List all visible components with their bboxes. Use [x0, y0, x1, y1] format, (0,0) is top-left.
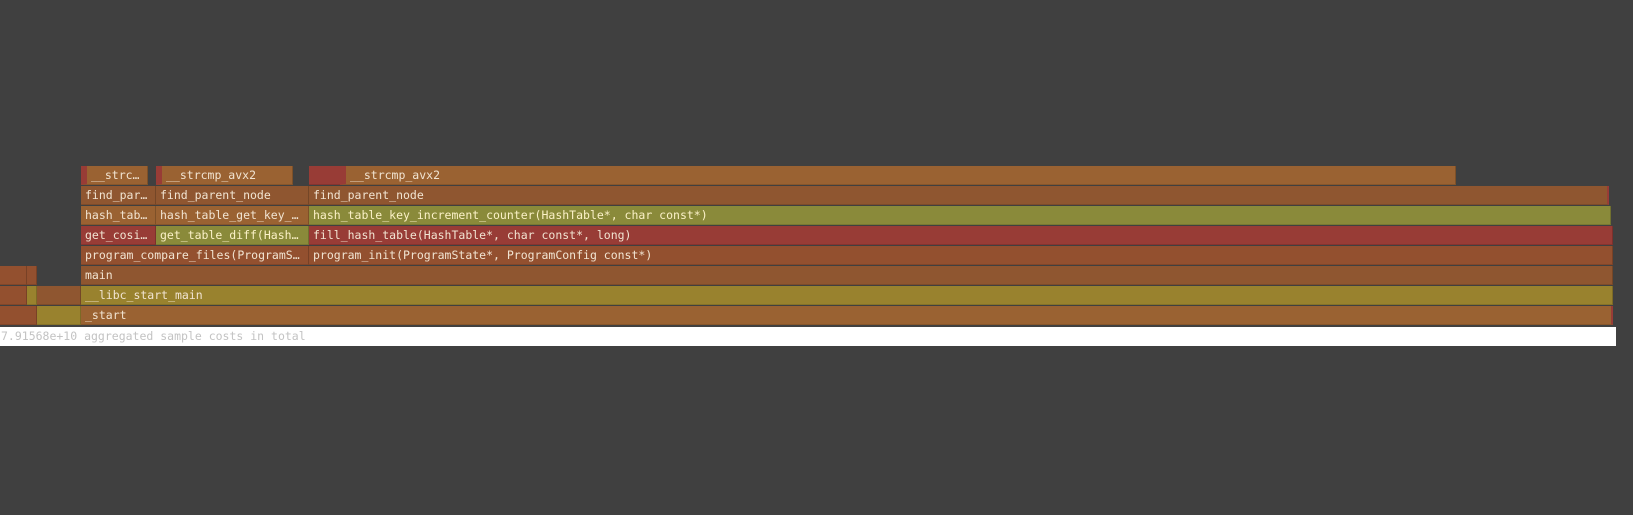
frame-label: find_pare… — [85, 188, 155, 202]
frame-label: hash_table_key_increment_counter(HashTab… — [313, 208, 708, 222]
stack-frame[interactable] — [0, 306, 37, 325]
frame-label: program_compare_files(ProgramState — [85, 248, 308, 262]
frame-label: get_table_diff(HashTab — [160, 228, 308, 242]
stack-frame[interactable] — [27, 266, 37, 285]
stack-frame[interactable] — [0, 286, 27, 305]
frame-label: fill_hash_table(HashTable*, char const*,… — [313, 228, 632, 242]
frame-label: find_parent_node — [313, 188, 424, 202]
stack-frame[interactable]: __strcmp_avx2 — [340, 166, 1456, 185]
frame-label: _start — [85, 308, 127, 322]
stack-frame[interactable]: find_pare… — [81, 186, 156, 205]
stack-frame[interactable]: _start — [81, 306, 1613, 325]
stack-frame[interactable]: program_compare_files(ProgramState — [81, 246, 309, 265]
stack-frame[interactable]: hash_table_get_key_cou — [156, 206, 309, 225]
frame-label: __strcmp_avx2 — [350, 168, 441, 182]
frame-label: __strcm… — [91, 168, 147, 182]
total-cost-status: 7.91568e+10 aggregated sample costs in t… — [0, 327, 1616, 346]
stack-frame[interactable] — [0, 266, 27, 285]
stack-frame[interactable]: get_table_diff(HashTab — [156, 226, 309, 245]
frame-label: program_init(ProgramState*, ProgramConfi… — [313, 248, 653, 262]
frame-label: __strcmp_avx2 — [166, 168, 257, 182]
frame-label: main — [85, 268, 113, 282]
stack-frame[interactable] — [309, 166, 341, 185]
stack-frame[interactable]: find_parent_node — [309, 186, 1609, 205]
frame-label: get_cosine — [85, 228, 155, 242]
stack-frame[interactable]: __strcmp_avx2 — [156, 166, 293, 185]
frame-label: __libc_start_main — [85, 288, 203, 302]
frame-label: find_parent_node — [160, 188, 271, 202]
stack-frame[interactable]: find_parent_node — [156, 186, 309, 205]
stack-frame[interactable]: main — [81, 266, 1613, 285]
stack-frame[interactable]: get_cosine — [81, 226, 156, 245]
frame-label: hash_table_get_key_cou — [160, 208, 308, 222]
stack-frame[interactable]: hash_table_key_increment_counter(HashTab… — [309, 206, 1611, 225]
stack-frame[interactable]: fill_hash_table(HashTable*, char const*,… — [309, 226, 1613, 245]
stack-frame[interactable]: hash_tabl… — [81, 206, 156, 225]
flame-graph: __strcm… __strcmp_avx2 __strcmp_avx2 find_p… — [0, 0, 1633, 515]
stack-frame[interactable]: program_init(ProgramState*, ProgramConfi… — [309, 246, 1613, 265]
stack-frame[interactable] — [37, 286, 81, 305]
stack-frame[interactable]: __strcm… — [81, 166, 148, 185]
stack-frame[interactable] — [37, 306, 81, 325]
stack-frame[interactable] — [27, 286, 37, 305]
frame-label: hash_tabl… — [85, 208, 155, 222]
stack-frame[interactable]: __libc_start_main — [81, 286, 1613, 305]
